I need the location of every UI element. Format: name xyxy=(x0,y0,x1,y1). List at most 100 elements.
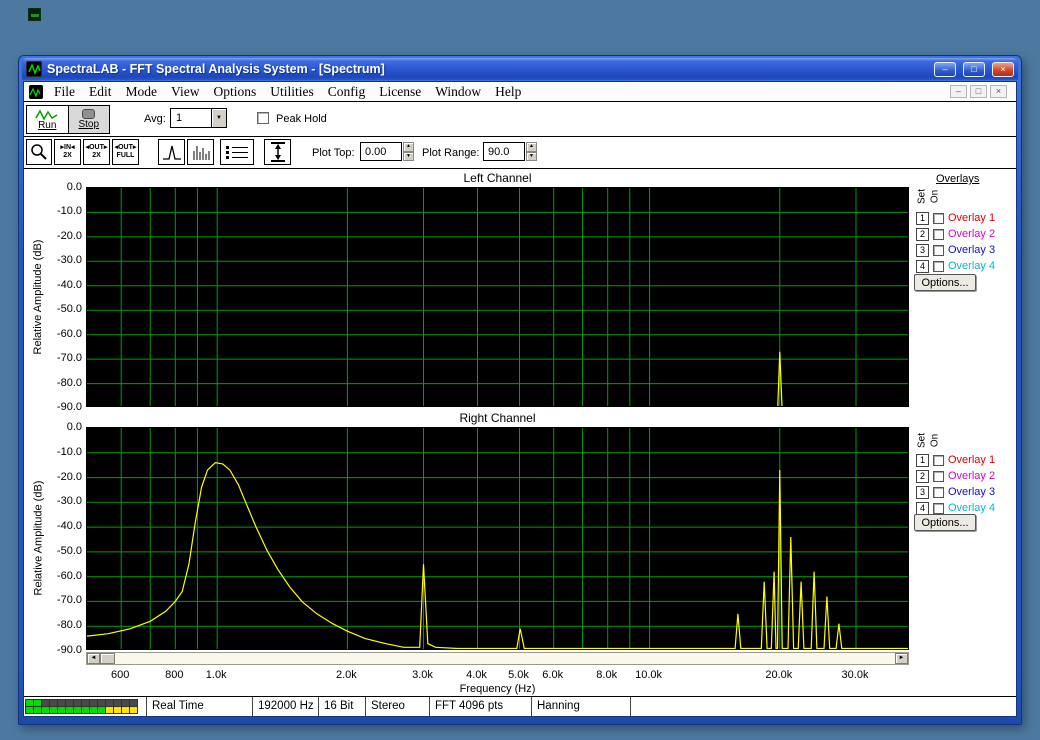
overlay-set-button-3[interactable]: 3 xyxy=(916,244,929,257)
overlay-on-checkbox-1[interactable] xyxy=(933,455,944,466)
plot-top-input[interactable]: 0.00 xyxy=(360,142,402,161)
zoom-out-full-button[interactable]: ◂OUT▸ FULL xyxy=(112,139,139,165)
vertical-scale-button[interactable] xyxy=(264,139,291,165)
menu-item-license[interactable]: License xyxy=(372,83,428,101)
run-button[interactable]: Run xyxy=(27,106,68,133)
avg-label: Avg: xyxy=(144,113,166,125)
desktop: SpectraLAB - FFT Spectral Analysis Syste… xyxy=(0,0,1040,740)
overlay-on-column-label: On xyxy=(930,185,941,209)
overlays-link[interactable]: Overlays xyxy=(936,173,979,185)
overlay-row: 1Overlay 1 xyxy=(916,452,995,468)
client-area: FileEditModeViewOptionsUtilitiesConfigLi… xyxy=(23,81,1017,717)
averages-combobox[interactable]: 1 ▼ xyxy=(170,108,227,128)
x-tick-label: 1.0k xyxy=(194,669,238,681)
meter-cell xyxy=(130,707,137,713)
left-channel-title: Left Channel xyxy=(86,171,909,185)
stop-button[interactable]: Stop xyxy=(68,106,110,133)
overlay-row: 2Overlay 2 xyxy=(916,226,995,242)
overlay-row: 4Overlay 4 xyxy=(916,258,995,274)
menu-item-help[interactable]: Help xyxy=(488,83,528,101)
overlay-set-button-3[interactable]: 3 xyxy=(916,486,929,499)
overlay-set-button-2[interactable]: 2 xyxy=(916,228,929,241)
scroll-left-button[interactable]: ◄ xyxy=(87,653,100,664)
magnifier-icon xyxy=(29,142,49,162)
zoom-cursor-button[interactable] xyxy=(26,139,52,165)
overlay-set-button-1[interactable]: 1 xyxy=(916,454,929,467)
averages-value[interactable]: 1 xyxy=(171,109,211,127)
x-tick-label: 8.0k xyxy=(585,669,629,681)
zoom-in-2x-button[interactable]: ▸IN◂ 2X xyxy=(54,139,81,165)
left-channel-plot[interactable] xyxy=(86,187,909,407)
x-tick-label: 800 xyxy=(152,669,196,681)
overlay-set-button-4[interactable]: 4 xyxy=(916,502,929,515)
menu-item-file[interactable]: File xyxy=(47,83,82,101)
y-tick-label: -70.0 xyxy=(57,352,82,364)
overlay-set-column-label: Set xyxy=(917,185,928,209)
overlay-label: Overlay 1 xyxy=(948,212,995,224)
peak-hold-checkbox[interactable] xyxy=(257,112,269,124)
overlay-on-checkbox-4[interactable] xyxy=(933,261,944,272)
x-tick-label: 4.0k xyxy=(455,669,499,681)
stop-button-label: Stop xyxy=(78,120,99,130)
meter-cell xyxy=(106,700,113,706)
meter-cell xyxy=(42,700,49,706)
menu-item-window[interactable]: Window xyxy=(428,83,488,101)
overlay-options-button[interactable]: Options... xyxy=(914,274,976,291)
overlay-set-button-1[interactable]: 1 xyxy=(916,212,929,225)
status-bar: Real Time192000 Hz16 BitStereoFFT 4096 p… xyxy=(24,696,1016,716)
meter-cell xyxy=(58,700,65,706)
meter-cell xyxy=(98,700,105,706)
x-tick-labels: 6008001.0k2.0k3.0k4.0k5.0k6.0k8.0k10.0k2… xyxy=(86,669,909,682)
menu-item-edit[interactable]: Edit xyxy=(82,83,119,101)
right-channel-plot[interactable] xyxy=(86,427,909,650)
scroll-right-button[interactable]: ► xyxy=(895,653,908,664)
frequency-scrollbar[interactable]: ◄ ► xyxy=(86,652,909,665)
menu-item-utilities[interactable]: Utilities xyxy=(263,83,321,101)
title-bar[interactable]: SpectraLAB - FFT Spectral Analysis Syste… xyxy=(22,58,1018,80)
y-tick-label: -50.0 xyxy=(57,303,82,315)
plot-top-spin-down[interactable]: ▼ xyxy=(403,152,414,162)
meter-cell xyxy=(122,700,129,706)
maximize-button[interactable]: □ xyxy=(963,62,985,77)
run-stop-group: Run Stop xyxy=(26,105,110,134)
minimize-button[interactable]: – xyxy=(934,62,956,77)
overlay-label: Overlay 4 xyxy=(948,502,995,514)
y-tick-label: -80.0 xyxy=(57,377,82,389)
overlay-on-checkbox-4[interactable] xyxy=(933,503,944,514)
mdi-close-button[interactable]: × xyxy=(990,85,1007,98)
dropdown-arrow-icon[interactable]: ▼ xyxy=(211,109,226,127)
overlay-on-checkbox-1[interactable] xyxy=(933,213,944,224)
menu-item-mode[interactable]: Mode xyxy=(119,83,165,101)
y-tick-label: -10.0 xyxy=(57,446,82,458)
plot-top-label: Plot Top: xyxy=(312,147,355,159)
menu-item-options[interactable]: Options xyxy=(206,83,263,101)
overlay-on-checkbox-3[interactable] xyxy=(933,245,944,256)
data-readout-mode-button[interactable] xyxy=(220,139,254,165)
peak-curve-mode-button[interactable] xyxy=(158,139,185,165)
zoom-out-2x-button[interactable]: ◂OUT▸ 2X xyxy=(83,139,110,165)
menu-item-config[interactable]: Config xyxy=(321,83,373,101)
x-tick-label: 3.0k xyxy=(401,669,445,681)
scrollbar-thumb[interactable] xyxy=(100,653,115,664)
bar-spectrum-mode-button[interactable] xyxy=(187,139,214,165)
plot-range-spin-down[interactable]: ▼ xyxy=(526,152,537,162)
menu-item-view[interactable]: View xyxy=(164,83,206,101)
y-tick-label: -20.0 xyxy=(57,230,82,242)
overlay-on-checkbox-2[interactable] xyxy=(933,229,944,240)
y-tick-label: -60.0 xyxy=(57,328,82,340)
mdi-restore-button[interactable]: □ xyxy=(970,85,987,98)
mdi-minimize-button[interactable]: – xyxy=(950,85,967,98)
meter-cell xyxy=(106,707,113,713)
close-button[interactable]: × xyxy=(992,62,1014,77)
overlay-on-checkbox-2[interactable] xyxy=(933,471,944,482)
overlay-set-button-2[interactable]: 2 xyxy=(916,470,929,483)
plot-top-spin-up[interactable]: ▲ xyxy=(403,142,414,152)
x-tick-label: 2.0k xyxy=(324,669,368,681)
overlay-set-button-4[interactable]: 4 xyxy=(916,260,929,273)
plot-range-input[interactable]: 90.0 xyxy=(483,142,525,161)
level-meter xyxy=(25,699,138,714)
overlay-on-checkbox-3[interactable] xyxy=(933,487,944,498)
overlay-options-button[interactable]: Options... xyxy=(914,514,976,531)
desktop-shortcut-icon[interactable] xyxy=(28,8,41,21)
plot-range-spin-up[interactable]: ▲ xyxy=(526,142,537,152)
